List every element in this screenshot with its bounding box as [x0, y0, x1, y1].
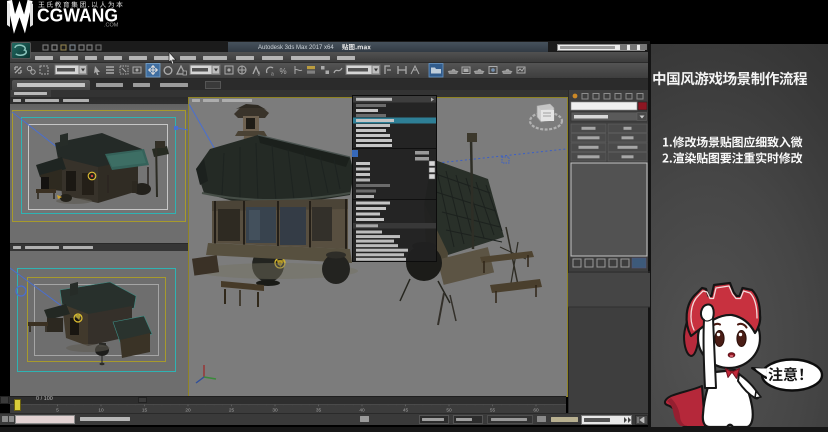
svg-text:%: %	[280, 67, 287, 76]
svg-text:a: a	[271, 72, 274, 78]
svg-text:3: 3	[258, 72, 261, 78]
